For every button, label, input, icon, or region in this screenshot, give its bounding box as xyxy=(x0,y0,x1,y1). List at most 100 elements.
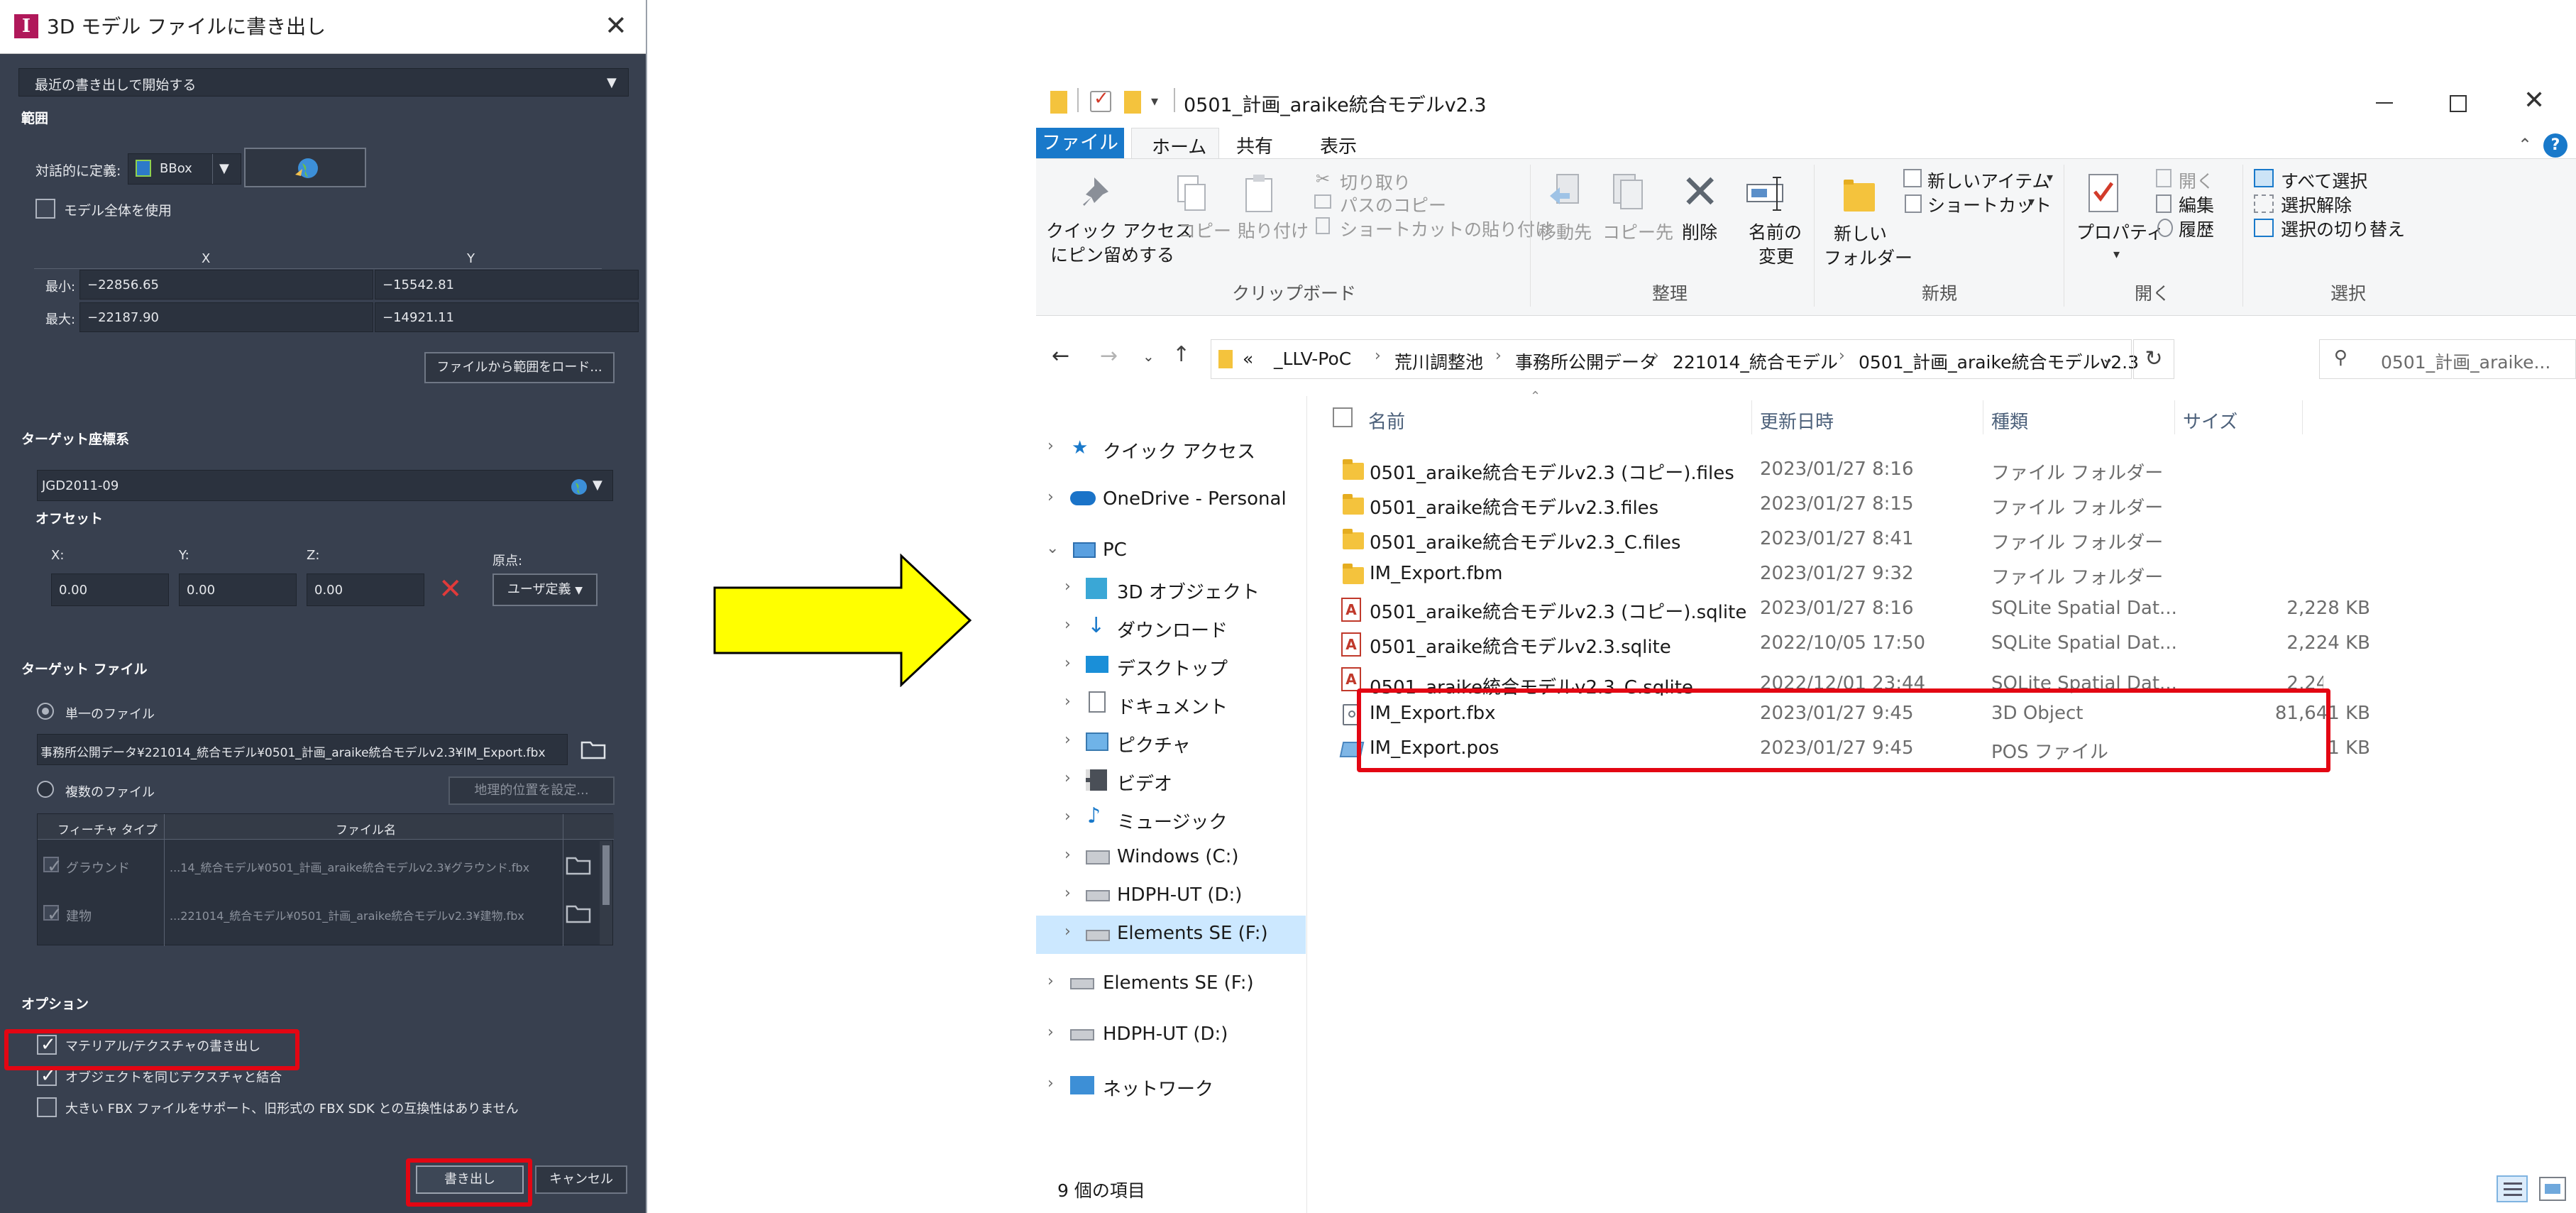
pin-quick-access-button[interactable]: クイック アクセス xyxy=(1046,217,1193,243)
rename-button[interactable]: 名前の xyxy=(1749,219,1802,244)
table-row[interactable]: 0501_araike統合モデルv2.3_C.files 2023/01/27 … xyxy=(1330,524,2323,556)
breadcrumb-llv-poc[interactable]: _LLV-PoC xyxy=(1274,348,1351,369)
load-range-from-file-button[interactable]: ファイルから範囲をロード... xyxy=(424,352,615,383)
search-input[interactable]: ⚲ 0501_計画_araike... xyxy=(2319,339,2576,379)
table-scrollbar[interactable] xyxy=(600,841,612,945)
multi-file-radio[interactable] xyxy=(37,781,54,798)
breadcrumb-arakawa[interactable]: 荒川調整池 xyxy=(1394,348,1483,374)
paste-shortcut-button[interactable]: ショートカットの貼り付け xyxy=(1340,216,1553,241)
close-icon[interactable]: ✕ xyxy=(2523,87,2545,115)
nav-item-videos[interactable]: ビデオ xyxy=(1117,769,1172,796)
column-modified-header[interactable]: 更新日時 xyxy=(1760,407,1834,434)
feature-row-checkbox[interactable] xyxy=(43,856,62,877)
chevron-right-icon[interactable]: › xyxy=(1064,769,1071,787)
tab-file[interactable]: ファイル xyxy=(1036,128,1124,159)
chevron-down-icon[interactable]: ⌄ xyxy=(1046,539,1059,557)
crs-dropdown[interactable]: JGD2011-09 ▼ xyxy=(37,470,613,501)
copy-to-button[interactable]: コピー先 xyxy=(1602,219,1673,244)
forward-icon[interactable]: → xyxy=(1100,344,1118,368)
properties-button[interactable]: プロパティ xyxy=(2076,219,2164,244)
breadcrumb-current[interactable]: 0501_計画_araike統合モデルv2.3 xyxy=(1859,348,2139,374)
nav-item-desktop[interactable]: デスクトップ xyxy=(1117,654,1228,681)
max-x-field[interactable]: −22187.90 xyxy=(79,302,373,332)
chevron-right-icon[interactable]: › xyxy=(1064,846,1071,864)
min-y-field[interactable]: −15542.81 xyxy=(375,270,639,300)
nav-item-hdph-d[interactable]: HDPH-UT (D:) xyxy=(1117,884,1242,906)
nav-item-elements-f-2[interactable]: Elements SE (F:) xyxy=(1103,972,1254,994)
chevron-right-icon[interactable]: › xyxy=(1064,884,1071,902)
chevron-right-icon[interactable]: › xyxy=(1064,616,1071,634)
clear-offset-icon[interactable]: ✕ xyxy=(439,575,463,603)
nav-item-quick-access[interactable]: クイック アクセス xyxy=(1103,437,1255,463)
select-all-button[interactable]: すべて選択 xyxy=(2281,168,2367,193)
file-path-input[interactable]: 事務所公開データ¥221014_統合モデル¥0501_計画_araike統合モデ… xyxy=(37,734,568,765)
new-item-button[interactable]: 新しいアイテム xyxy=(1927,168,2050,193)
table-row[interactable]: 0501_araike統合モデルv2.3.files 2023/01/27 8:… xyxy=(1330,489,2323,522)
address-bar[interactable]: « _LLV-PoC › 荒川調整池 › 事務所公開データ › 221014_統… xyxy=(1211,339,2139,379)
large-icons-view-icon[interactable] xyxy=(2539,1177,2566,1201)
chevron-right-icon[interactable]: › xyxy=(1047,1023,1054,1041)
table-row[interactable]: グラウンド ...14_統合モデル¥0501_計画_araike統合モデルv2.… xyxy=(38,841,598,889)
tab-share[interactable]: 共有 xyxy=(1236,132,1273,158)
nav-item-pictures[interactable]: ピクチャ xyxy=(1117,731,1191,757)
breadcrumb-overflow[interactable]: « xyxy=(1243,348,1253,369)
address-dropdown-icon[interactable]: ⌄ xyxy=(2101,350,2114,368)
chevron-right-icon[interactable]: › xyxy=(1047,437,1054,455)
select-none-button[interactable]: 選択解除 xyxy=(2281,192,2352,217)
chevron-right-icon[interactable]: › xyxy=(1064,654,1071,672)
min-x-field[interactable]: −22856.65 xyxy=(79,270,373,300)
copy-button[interactable]: コピー xyxy=(1178,217,1231,243)
nav-item-onedrive[interactable]: OneDrive - Personal xyxy=(1103,488,1287,510)
new-folder-button[interactable]: 新しい xyxy=(1834,220,1887,246)
chevron-right-icon[interactable]: › xyxy=(1047,488,1054,506)
help-icon[interactable]: ? xyxy=(2543,133,2567,158)
column-name-header[interactable]: 名前 xyxy=(1368,407,1405,434)
table-row[interactable]: IM_Export.fbm 2023/01/27 9:32 ファイル フォルダー xyxy=(1330,559,2323,591)
single-file-radio[interactable] xyxy=(37,703,54,720)
nav-item-pc[interactable]: PC xyxy=(1103,539,1127,561)
invert-selection-button[interactable]: 選択の切り替え xyxy=(2281,216,2405,241)
move-to-button[interactable]: 移動先 xyxy=(1539,219,1592,244)
folder-browse-icon[interactable] xyxy=(580,738,606,759)
nav-item-hdph-d-2[interactable]: HDPH-UT (D:) xyxy=(1103,1023,1228,1045)
edit-button[interactable]: 編集 xyxy=(2179,192,2214,217)
breadcrumb-office-data[interactable]: 事務所公開データ xyxy=(1515,348,1657,374)
recent-export-dropdown[interactable]: 最近の書き出しで開始する ▼ xyxy=(18,68,629,97)
column-type-header[interactable]: 種類 xyxy=(1991,407,2028,434)
details-view-icon[interactable] xyxy=(2497,1175,2528,1202)
nav-item-network[interactable]: ネットワーク xyxy=(1103,1075,1213,1101)
chevron-right-icon[interactable]: › xyxy=(1064,808,1071,825)
chevron-right-icon[interactable]: › xyxy=(1047,1075,1054,1092)
folder-browse-icon[interactable] xyxy=(566,902,591,923)
offset-y-input[interactable]: 0.00 xyxy=(179,573,297,606)
chevron-right-icon[interactable]: › xyxy=(1064,731,1071,749)
pick-on-map-button[interactable] xyxy=(244,148,366,187)
bbox-dropdown[interactable]: BBox ▼ xyxy=(128,153,241,185)
history-button[interactable]: 履歴 xyxy=(2179,216,2214,241)
chevron-right-icon[interactable]: › xyxy=(1064,923,1071,940)
maximize-icon[interactable] xyxy=(2450,95,2467,112)
breadcrumb-integrated-model[interactable]: 221014_統合モデル xyxy=(1673,348,1838,374)
nav-item-music[interactable]: ミュージック xyxy=(1117,808,1227,834)
close-icon[interactable]: ✕ xyxy=(605,10,627,41)
table-row[interactable]: A 0501_araike統合モデルv2.3.sqlite 2022/10/05… xyxy=(1330,628,2370,661)
chevron-right-icon[interactable]: › xyxy=(1064,578,1071,595)
folder-browse-icon[interactable] xyxy=(566,854,591,875)
tab-home[interactable]: ホーム xyxy=(1131,128,1219,160)
paste-button[interactable]: 貼り付け xyxy=(1238,217,1309,243)
properties-quick-icon[interactable]: ✓ xyxy=(1090,88,1111,112)
offset-z-input[interactable]: 0.00 xyxy=(307,573,424,606)
customize-toolbar-icon[interactable]: ▾ xyxy=(1151,92,1158,109)
table-row[interactable]: 0501_araike統合モデルv2.3 (コピー).files 2023/01… xyxy=(1330,454,2323,487)
table-row[interactable]: A 0501_araike統合モデルv2.3 (コピー).sqlite 2023… xyxy=(1330,593,2370,626)
delete-button[interactable]: 削除 xyxy=(1682,219,1717,244)
collapse-ribbon-icon[interactable]: ⌃ xyxy=(2518,135,2532,155)
nav-item-documents[interactable]: ドキュメント xyxy=(1117,693,1228,719)
open-button[interactable]: 開く xyxy=(2179,168,2214,193)
max-y-field[interactable]: −14921.11 xyxy=(375,302,639,332)
table-row[interactable]: 建物 ...221014_統合モデル¥0501_計画_araike統合モデルv2… xyxy=(38,889,598,938)
cut-button[interactable]: 切り取り xyxy=(1340,169,1411,194)
back-icon[interactable]: ← xyxy=(1052,344,1069,368)
offset-x-input[interactable]: 0.00 xyxy=(51,573,169,606)
nav-item-windows-c[interactable]: Windows (C:) xyxy=(1117,846,1239,867)
